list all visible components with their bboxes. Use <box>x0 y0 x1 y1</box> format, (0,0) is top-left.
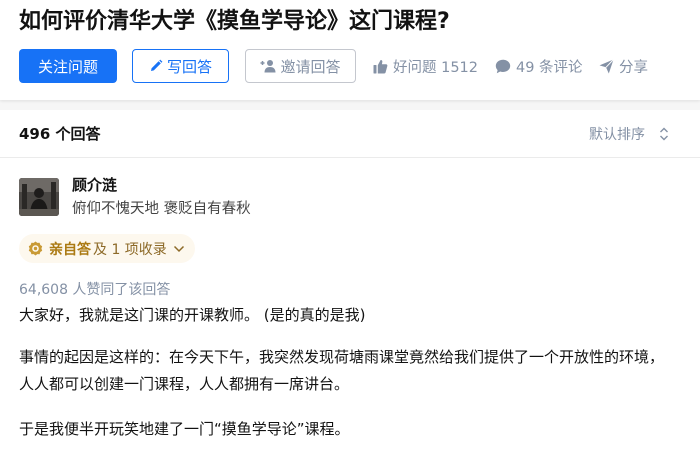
write-answer-button[interactable]: 写回答 <box>132 49 229 83</box>
paper-plane-icon <box>599 58 614 74</box>
answers-card: 496 个回答 默认排序 顾介涟 俯仰不愧天地 褒贬自有春秋 亲自答 及 1 项… <box>0 110 700 461</box>
follow-question-label: 关注问题 <box>37 57 98 76</box>
medal-icon <box>28 241 43 256</box>
answer-paragraph: 大家好，我就是这门课的开课教师。 (是的真的是我) <box>19 306 366 324</box>
share-button[interactable]: 分享 <box>599 56 648 76</box>
answers-header: 496 个回答 默认排序 <box>0 110 700 158</box>
invite-answer-button[interactable]: 邀请回答 <box>245 49 356 83</box>
sort-dropdown[interactable]: 默认排序 <box>589 124 669 144</box>
question-title: 如何评价清华大学《摸鱼学导论》这门课程? <box>19 9 450 34</box>
author-bio: 俯仰不愧天地 褒贬自有春秋 <box>72 201 251 217</box>
sort-label: 默认排序 <box>589 127 645 143</box>
add-person-icon <box>260 59 276 73</box>
good-question-label: 好问题 1512 <box>393 59 479 76</box>
follow-question-button[interactable]: 关注问题 <box>19 49 117 83</box>
sort-arrows-icon <box>659 127 669 141</box>
author-name[interactable]: 顾介涟 <box>72 174 117 195</box>
share-label: 分享 <box>619 59 648 76</box>
answer-paragraph: 人人都可以创建一门课程，人人都拥有一席讲台。 <box>19 375 350 393</box>
avatar[interactable] <box>19 178 59 216</box>
pencil-icon <box>149 59 163 73</box>
chevron-down-icon <box>173 245 185 253</box>
write-answer-label: 写回答 <box>166 57 212 76</box>
good-question-button[interactable]: 好问题 1512 <box>373 56 478 76</box>
badge-collection-count: 及 1 项收录 <box>93 241 167 258</box>
question-header: 如何评价清华大学《摸鱼学导论》这门课程? 关注问题 写回答 邀请回答 好问题 1… <box>0 0 700 100</box>
invite-answer-label: 邀请回答 <box>280 57 341 76</box>
answer-count: 496 个回答 <box>19 125 101 143</box>
thumbs-up-icon <box>373 59 388 74</box>
answer-paragraph: 于是我便半开玩笑地建了一门“摸鱼学导论”课程。 <box>19 420 350 438</box>
answer-badge[interactable]: 亲自答 及 1 项收录 <box>19 234 195 263</box>
badge-self-answered: 亲自答 <box>49 241 91 258</box>
comment-bubble-icon <box>495 59 511 74</box>
comments-label: 49 条评论 <box>516 59 583 76</box>
vote-count: 64,608 人赞同了该回答 <box>19 282 171 298</box>
comments-button[interactable]: 49 条评论 <box>495 56 583 76</box>
answer-paragraph: 事情的起因是这样的：在今天下午，我突然发现荷塘雨课堂竟然给我们提供了一个开放性的… <box>19 348 665 366</box>
